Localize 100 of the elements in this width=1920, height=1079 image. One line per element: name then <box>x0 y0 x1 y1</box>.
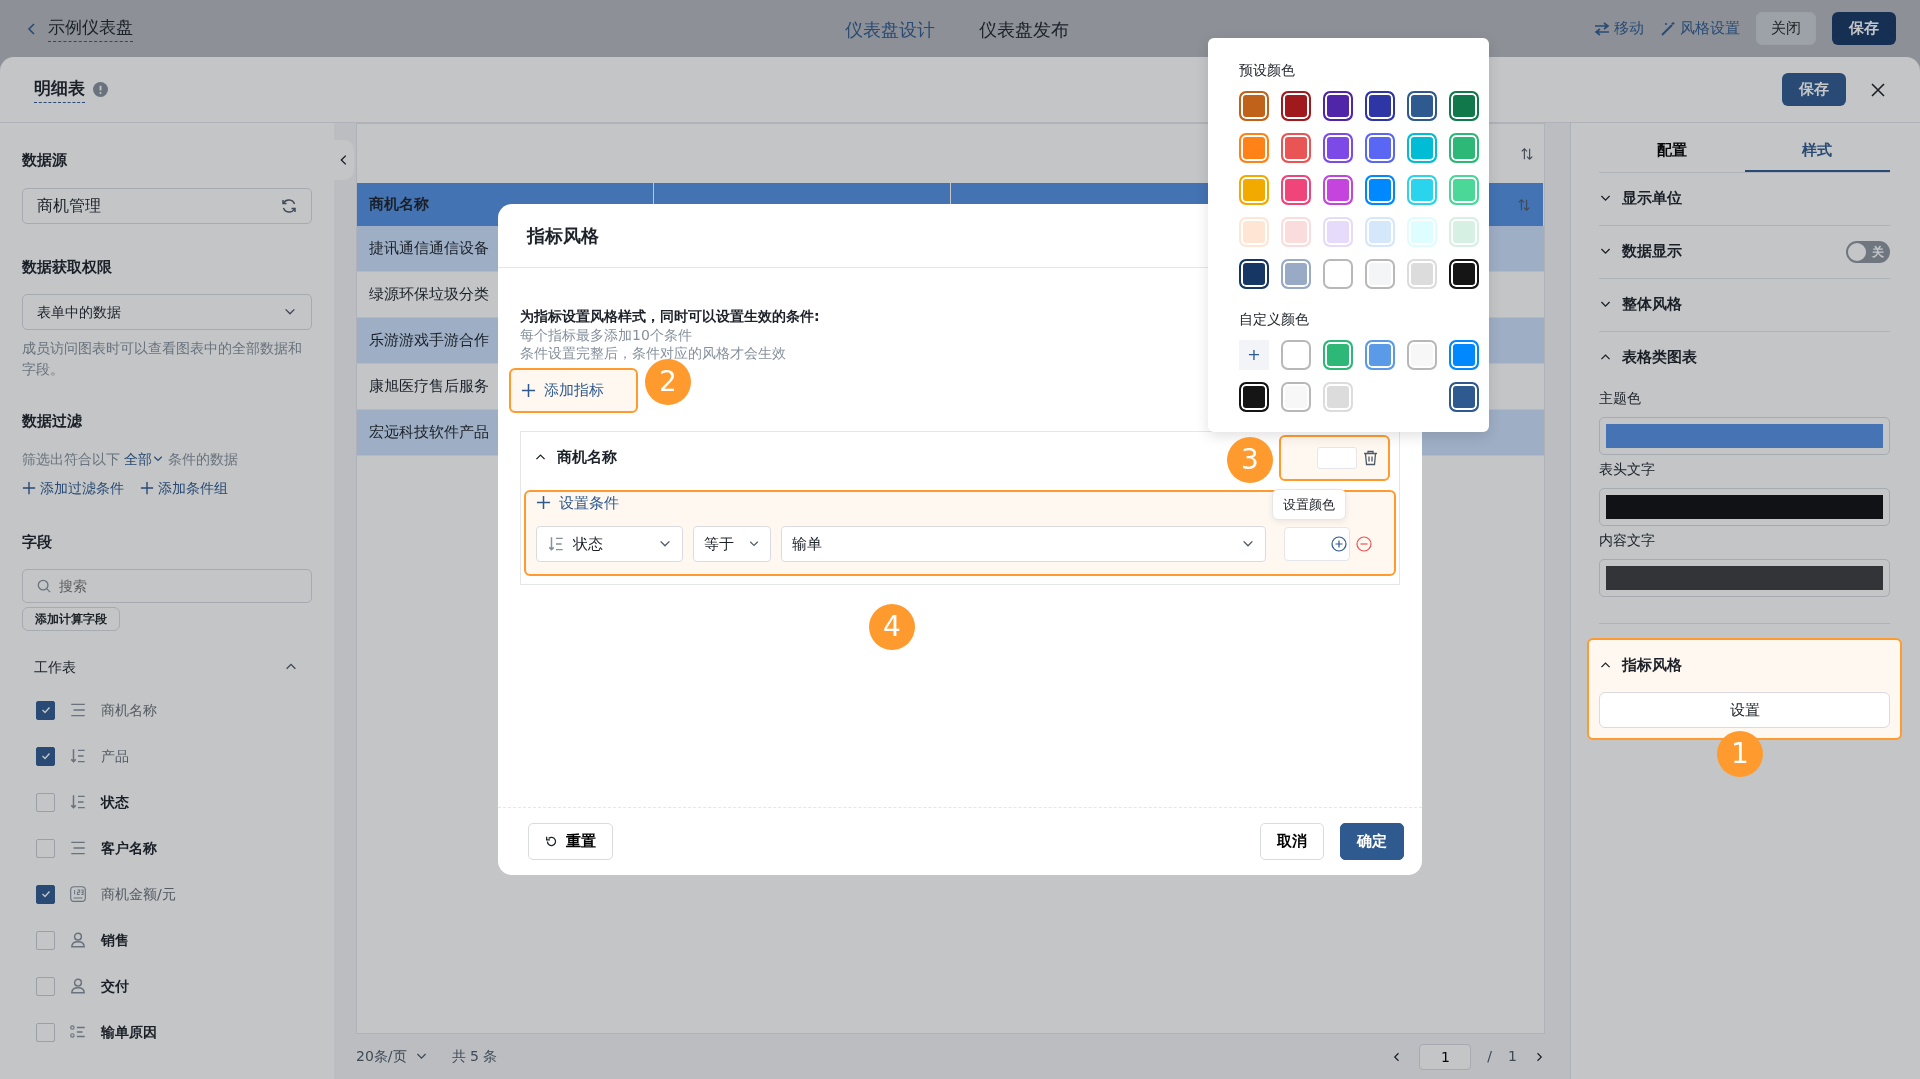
data-source-field[interactable]: 商机管理 <box>22 187 312 224</box>
permission-select[interactable]: 表单中的数据 <box>22 294 312 330</box>
panel-tab[interactable]: 配置 <box>1599 131 1745 172</box>
color-swatch[interactable] <box>1365 175 1395 205</box>
color-swatch[interactable] <box>1239 133 1269 163</box>
page-input[interactable]: 1 <box>1419 1043 1472 1070</box>
color-field[interactable] <box>1599 416 1890 455</box>
add-condition-link[interactable]: 设置条件 <box>536 491 619 514</box>
color-field[interactable] <box>1317 446 1357 469</box>
tooltip: 设置颜色 <box>1272 488 1346 520</box>
section-heading: 数据获取权限 <box>22 256 113 278</box>
color-swatch[interactable] <box>1323 133 1353 163</box>
person-icon <box>69 977 87 995</box>
field-label: 交付 <box>101 976 129 996</box>
search-input[interactable]: 搜索 <box>59 575 279 597</box>
search-field[interactable]: 搜索 <box>22 569 312 603</box>
back-button[interactable]: 示例仪表盘 <box>24 15 133 42</box>
color-swatch[interactable] <box>1365 259 1395 289</box>
color-swatch[interactable] <box>1449 382 1479 412</box>
color-swatch[interactable] <box>1239 382 1269 412</box>
color-swatch[interactable] <box>1365 133 1395 163</box>
field-label: 内容文字 <box>1599 530 1656 550</box>
color-swatch[interactable] <box>1323 340 1353 370</box>
color-swatch[interactable] <box>1407 340 1437 370</box>
section-title[interactable]: 显示单位 <box>1622 187 1682 210</box>
checkbox[interactable] <box>36 746 55 766</box>
color-swatch[interactable] <box>1281 133 1311 163</box>
field-label: 状态 <box>101 792 129 812</box>
color-swatch[interactable] <box>1365 340 1395 370</box>
close-button[interactable]: 关闭 <box>1756 12 1816 45</box>
color-swatch[interactable] <box>1281 340 1311 370</box>
check-icon <box>40 889 51 899</box>
table-cell-text: 宏远科技软件产品 <box>369 422 489 444</box>
checkbox[interactable] <box>36 884 55 904</box>
reset-button[interactable]: 重置 <box>528 823 613 860</box>
page-size-dropdown[interactable]: 20条/页 <box>356 1046 428 1067</box>
add-metric-button[interactable]: 添加指标 <box>517 375 608 406</box>
color-field[interactable] <box>1284 527 1350 561</box>
color-swatch[interactable] <box>1407 91 1437 121</box>
add-field-button[interactable]: 添加计算字段 <box>22 607 120 631</box>
section-title[interactable]: 整体风格 <box>1622 293 1682 316</box>
color-swatch[interactable] <box>1281 382 1311 412</box>
section-title[interactable]: 表格类图表 <box>1622 346 1697 369</box>
field-label: 输单原因 <box>101 1022 157 1042</box>
refresh-icon[interactable] <box>281 197 297 214</box>
page-count: 1 <box>1508 1047 1517 1066</box>
filter-text: 条件的数据 <box>168 449 238 469</box>
close-icon[interactable] <box>1870 81 1886 98</box>
save-button[interactable]: 保存 <box>1832 12 1896 45</box>
reset-icon <box>545 835 558 848</box>
field-select[interactable]: 状态 <box>536 526 683 562</box>
note-text: 条件设置完整后，条件对应的风格才会生效 <box>520 344 786 362</box>
color-field[interactable] <box>1599 558 1890 597</box>
color-swatch[interactable] <box>1323 91 1353 121</box>
add-filter-link[interactable]: 添加条件组 <box>140 477 228 499</box>
checkbox[interactable] <box>36 700 55 720</box>
value-select[interactable]: 输单 <box>781 526 1266 562</box>
section-title[interactable]: 指标风格 <box>1622 654 1682 677</box>
add-circle-icon[interactable] <box>1331 536 1347 552</box>
field-label: 商机名称 <box>101 700 157 720</box>
color-swatch[interactable] <box>1323 259 1353 289</box>
add-filter-link[interactable]: 添加过滤条件 <box>22 477 124 499</box>
collapse-handle[interactable] <box>334 140 354 180</box>
trash-icon[interactable] <box>1363 449 1378 466</box>
color-swatch[interactable] <box>1365 91 1395 121</box>
field-label: 客户名称 <box>101 838 157 858</box>
color-swatch[interactable] <box>1239 175 1269 205</box>
color-swatch[interactable] <box>1449 340 1479 370</box>
operator-select[interactable]: 等于 <box>693 526 771 562</box>
color-swatch[interactable] <box>1407 133 1437 163</box>
color-swatch[interactable] <box>1239 259 1269 289</box>
color-swatch[interactable] <box>1239 91 1269 121</box>
section-heading: 自定义颜色 <box>1239 310 1310 329</box>
confirm-button[interactable]: 确定 <box>1340 823 1404 860</box>
scope-dropdown[interactable]: 全部 <box>124 448 164 470</box>
plus-icon <box>22 481 36 495</box>
color-swatch[interactable] <box>1449 133 1479 163</box>
cancel-button[interactable]: 取消 <box>1260 823 1324 860</box>
color-swatch[interactable] <box>1449 259 1479 289</box>
swap-icon <box>1594 21 1610 36</box>
save-button[interactable]: 保存 <box>1782 73 1846 106</box>
color-swatch[interactable] <box>1323 175 1353 205</box>
panel-title: 明细表 <box>34 76 85 103</box>
add-color-button[interactable]: + <box>1239 340 1269 370</box>
color-swatch[interactable] <box>1281 175 1311 205</box>
color-swatch[interactable] <box>1449 91 1479 121</box>
remove-circle-icon[interactable] <box>1356 536 1372 552</box>
section-title[interactable]: 数据显示 <box>1622 240 1682 263</box>
sort-list-icon <box>69 793 87 811</box>
metric-name: 商机名称 <box>557 447 617 469</box>
nav-tab[interactable]: 仪表盘发布 <box>979 16 1069 43</box>
color-swatch[interactable] <box>1281 259 1311 289</box>
total-count: 共 5 条 <box>451 1047 498 1066</box>
panel-tab[interactable]: 样式 <box>1744 131 1890 172</box>
sort-icon[interactable] <box>1520 146 1534 161</box>
color-swatch[interactable] <box>1281 91 1311 121</box>
field-label: 表头文字 <box>1599 459 1656 479</box>
settings-button[interactable]: 设置 <box>1599 691 1890 728</box>
color-field[interactable] <box>1599 487 1890 526</box>
table-cell-text: 康旭医疗售后服务 <box>369 376 489 398</box>
